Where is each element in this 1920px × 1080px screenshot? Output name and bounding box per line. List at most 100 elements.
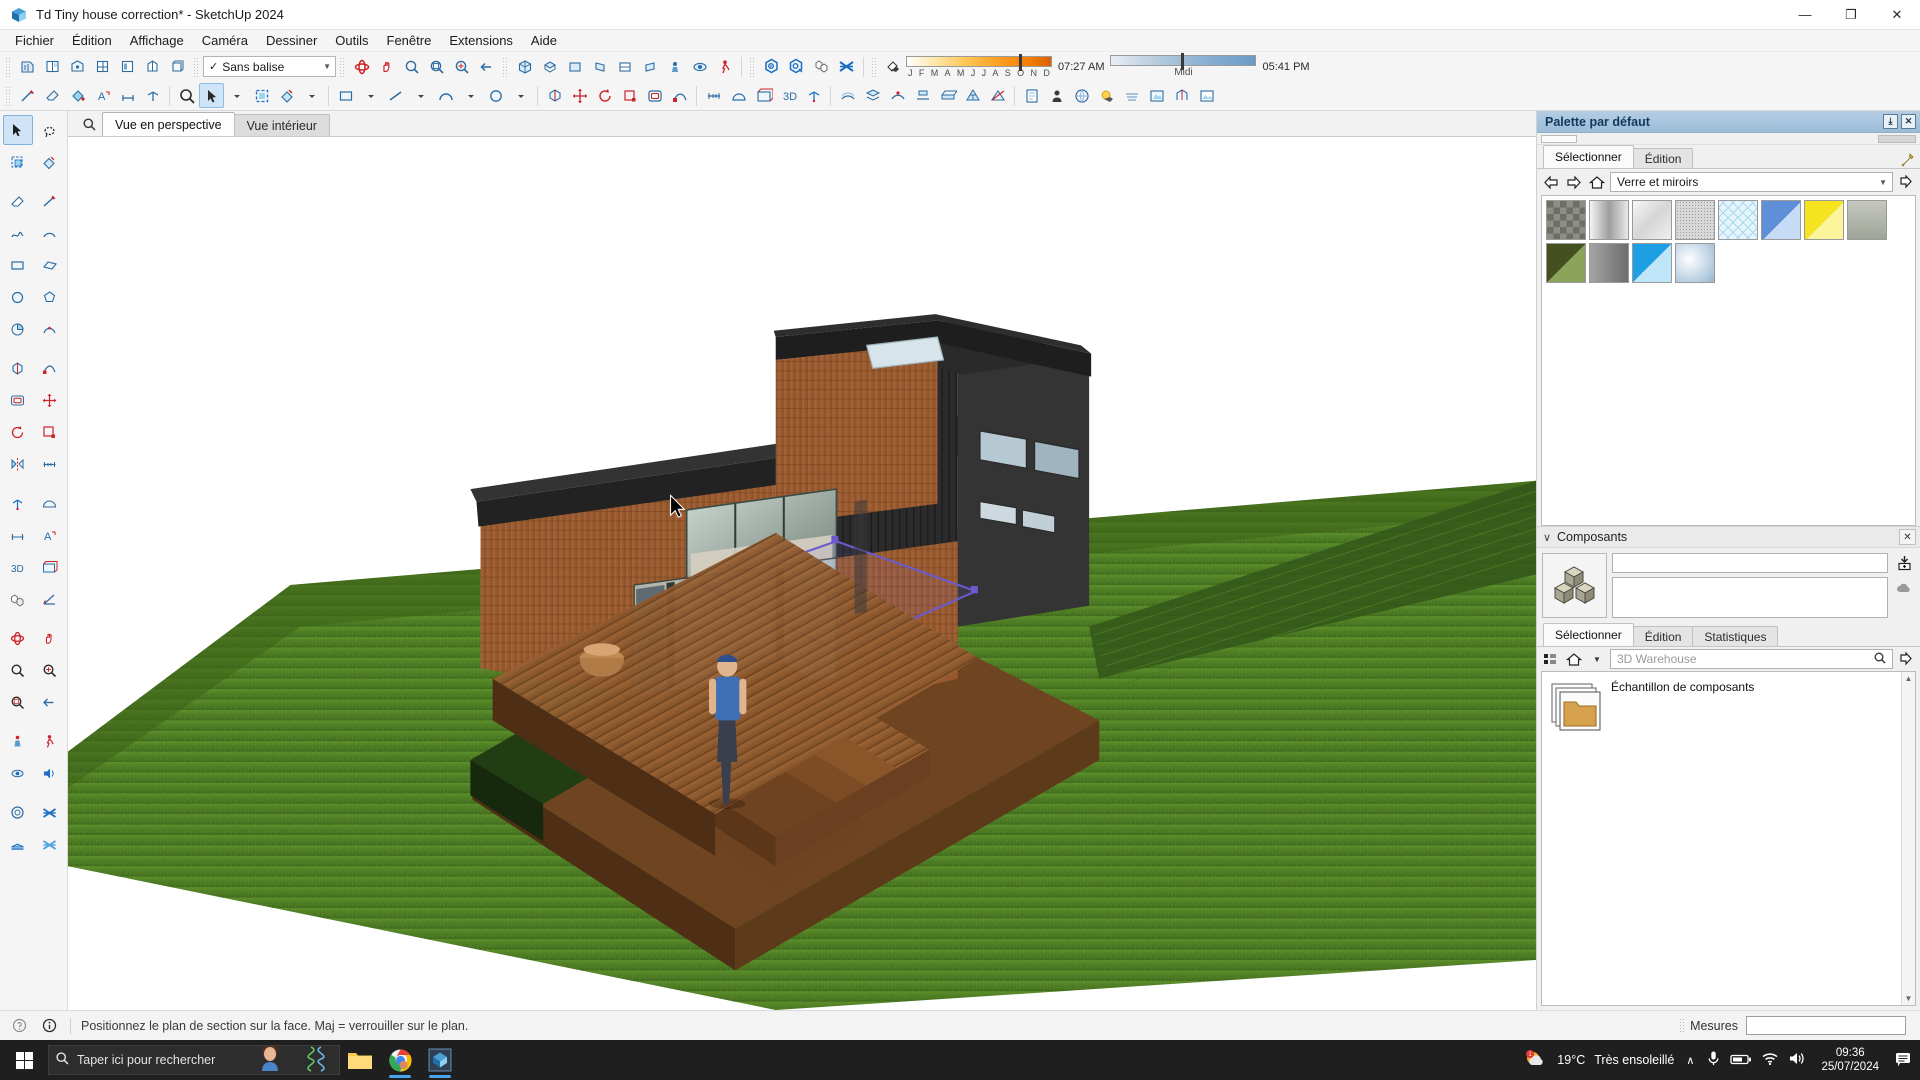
arrow-left-icon[interactable] — [1541, 172, 1561, 192]
swatch-verre-givre[interactable] — [1675, 200, 1715, 240]
taskbar-search-input[interactable]: Taper ici pour rechercher — [48, 1045, 340, 1075]
sandbox-flipedge-button[interactable] — [985, 83, 1010, 108]
left-zoom-extents-tool[interactable] — [35, 655, 65, 685]
solid-tools-button[interactable] — [809, 54, 834, 79]
left-pan-tool[interactable] — [35, 623, 65, 653]
protractor-button[interactable] — [726, 83, 751, 108]
left-line-tool[interactable] — [35, 186, 65, 216]
left-sandbox-drape-tool[interactable] — [35, 829, 65, 859]
left-solid-tools-tool[interactable] — [3, 584, 33, 614]
back-view-button[interactable] — [612, 54, 637, 79]
google-chrome-icon[interactable] — [380, 1040, 420, 1080]
left-angle-tool[interactable] — [35, 584, 65, 614]
tray-handle-left[interactable] — [1541, 134, 1577, 143]
swatch-verre-translucide[interactable] — [1632, 200, 1672, 240]
tab-vue-interieur[interactable]: Vue intérieur — [233, 114, 330, 136]
close-button[interactable]: ✕ — [1874, 0, 1920, 30]
close-icon[interactable]: ✕ — [1901, 114, 1916, 129]
style-hiddenline-button[interactable] — [90, 54, 115, 79]
left-zoom-tool[interactable] — [3, 655, 33, 685]
left-arc-tool[interactable] — [35, 218, 65, 248]
swatch-verre-vert-olive[interactable] — [1546, 243, 1586, 283]
model-info-button[interactable] — [759, 54, 784, 79]
shadow-date-slider[interactable] — [906, 53, 1052, 71]
sketchup-icon[interactable] — [420, 1040, 460, 1080]
zoom-extents-button[interactable] — [449, 54, 474, 79]
left-offset-tool[interactable] — [3, 385, 33, 415]
menu-aide[interactable]: Aide — [522, 30, 566, 52]
left-sandbox-stamp-tool[interactable] — [3, 829, 33, 859]
warehouse-search-input[interactable]: 3D Warehouse — [1610, 649, 1893, 669]
3d-viewport[interactable] — [68, 137, 1536, 1010]
weather-temperature[interactable]: 19°C — [1557, 1053, 1585, 1067]
sandbox-from-contours-button[interactable] — [835, 83, 860, 108]
left-circle-tool[interactable] — [3, 282, 33, 312]
left-section-plane-tool[interactable] — [35, 552, 65, 582]
left-move-tool[interactable] — [35, 385, 65, 415]
sandbox-addetail-button[interactable] — [960, 83, 985, 108]
left-arc3point-tool[interactable] — [35, 314, 65, 344]
help-circle-icon[interactable] — [8, 1015, 30, 1037]
swatch-verre-cyan[interactable] — [1632, 243, 1672, 283]
microphone-icon[interactable] — [1706, 1050, 1721, 1070]
swatch-verre-treillis-bleu[interactable] — [1718, 200, 1758, 240]
rotate-tool-button[interactable] — [592, 83, 617, 108]
axes-button-2[interactable] — [801, 83, 826, 108]
shadow-time-knob[interactable] — [1180, 53, 1184, 70]
shadow-settings-button[interactable] — [881, 54, 906, 79]
left-select-tool[interactable] — [2, 115, 33, 145]
scale-tool-button[interactable] — [617, 83, 642, 108]
left-tape-tool[interactable] — [35, 449, 65, 479]
model-settings-button[interactable] — [784, 54, 809, 79]
menu-edition[interactable]: Édition — [63, 30, 121, 52]
notifications-icon[interactable] — [1894, 1050, 1914, 1071]
left-text-tool[interactable]: A — [35, 520, 65, 550]
arrow-right-icon[interactable] — [1564, 172, 1584, 192]
battery-icon[interactable] — [1730, 1052, 1752, 1069]
left-lasso-tool[interactable] — [35, 115, 65, 145]
left-previous-view-tool[interactable] — [35, 687, 65, 717]
left-mirror-tool[interactable] — [3, 449, 33, 479]
tape-measure-button[interactable] — [701, 83, 726, 108]
front-view-button[interactable] — [562, 54, 587, 79]
menu-fichier[interactable]: Fichier — [6, 30, 63, 52]
measures-grip[interactable] — [1679, 1017, 1687, 1034]
left-orbit-tool[interactable] — [3, 623, 33, 653]
left-paint-tool[interactable] — [35, 147, 65, 177]
menu-extensions[interactable]: Extensions — [440, 30, 522, 52]
iso-view-button[interactable] — [512, 54, 537, 79]
section-plane-button[interactable] — [751, 83, 776, 108]
toolbar-grip[interactable] — [5, 56, 12, 77]
line-dropdown-button[interactable] — [408, 83, 433, 108]
left-rotated-rect-tool[interactable] — [35, 250, 65, 280]
file-explorer-icon[interactable] — [340, 1040, 380, 1080]
pin-icon[interactable]: ⤓ — [1883, 114, 1898, 129]
style-texture-button[interactable] — [140, 54, 165, 79]
paint-dropdown-button[interactable] — [299, 83, 324, 108]
shadow-date-knob[interactable] — [1019, 53, 1023, 71]
tag-toolbar-grip[interactable] — [193, 56, 200, 77]
scroll-down-icon[interactable]: ▼ — [1905, 994, 1913, 1003]
details-arrow-icon[interactable] — [1896, 172, 1916, 192]
volume-icon[interactable] — [1788, 1051, 1806, 1069]
left-make-component-tool[interactable] — [3, 147, 33, 177]
list-item[interactable]: Échantillon de composants — [1611, 678, 1754, 999]
tab-components-statistiques[interactable]: Statistiques — [1692, 626, 1779, 646]
top-view-button[interactable] — [537, 54, 562, 79]
style-wireframe-button[interactable] — [65, 54, 90, 79]
walk-button[interactable] — [712, 54, 737, 79]
left-protractor-tool[interactable] — [35, 488, 65, 518]
left-zoom-window-tool[interactable] — [3, 687, 33, 717]
minimize-button[interactable]: — — [1782, 0, 1828, 30]
swatch-verre-quadrille[interactable] — [1546, 200, 1586, 240]
shadows-toggle-button[interactable] — [1094, 83, 1119, 108]
previous-view-button[interactable] — [474, 54, 499, 79]
left-view-button[interactable] — [637, 54, 662, 79]
folder-icon[interactable] — [1548, 678, 1603, 733]
sandbox-smoove2-button[interactable] — [885, 83, 910, 108]
measures-input[interactable] — [1746, 1016, 1906, 1035]
arc-dropdown-button[interactable] — [458, 83, 483, 108]
rectangle-dropdown-button[interactable] — [358, 83, 383, 108]
drawing-toolbar-grip[interactable] — [5, 85, 12, 106]
left-sandbox-contours-tool[interactable] — [3, 797, 33, 827]
